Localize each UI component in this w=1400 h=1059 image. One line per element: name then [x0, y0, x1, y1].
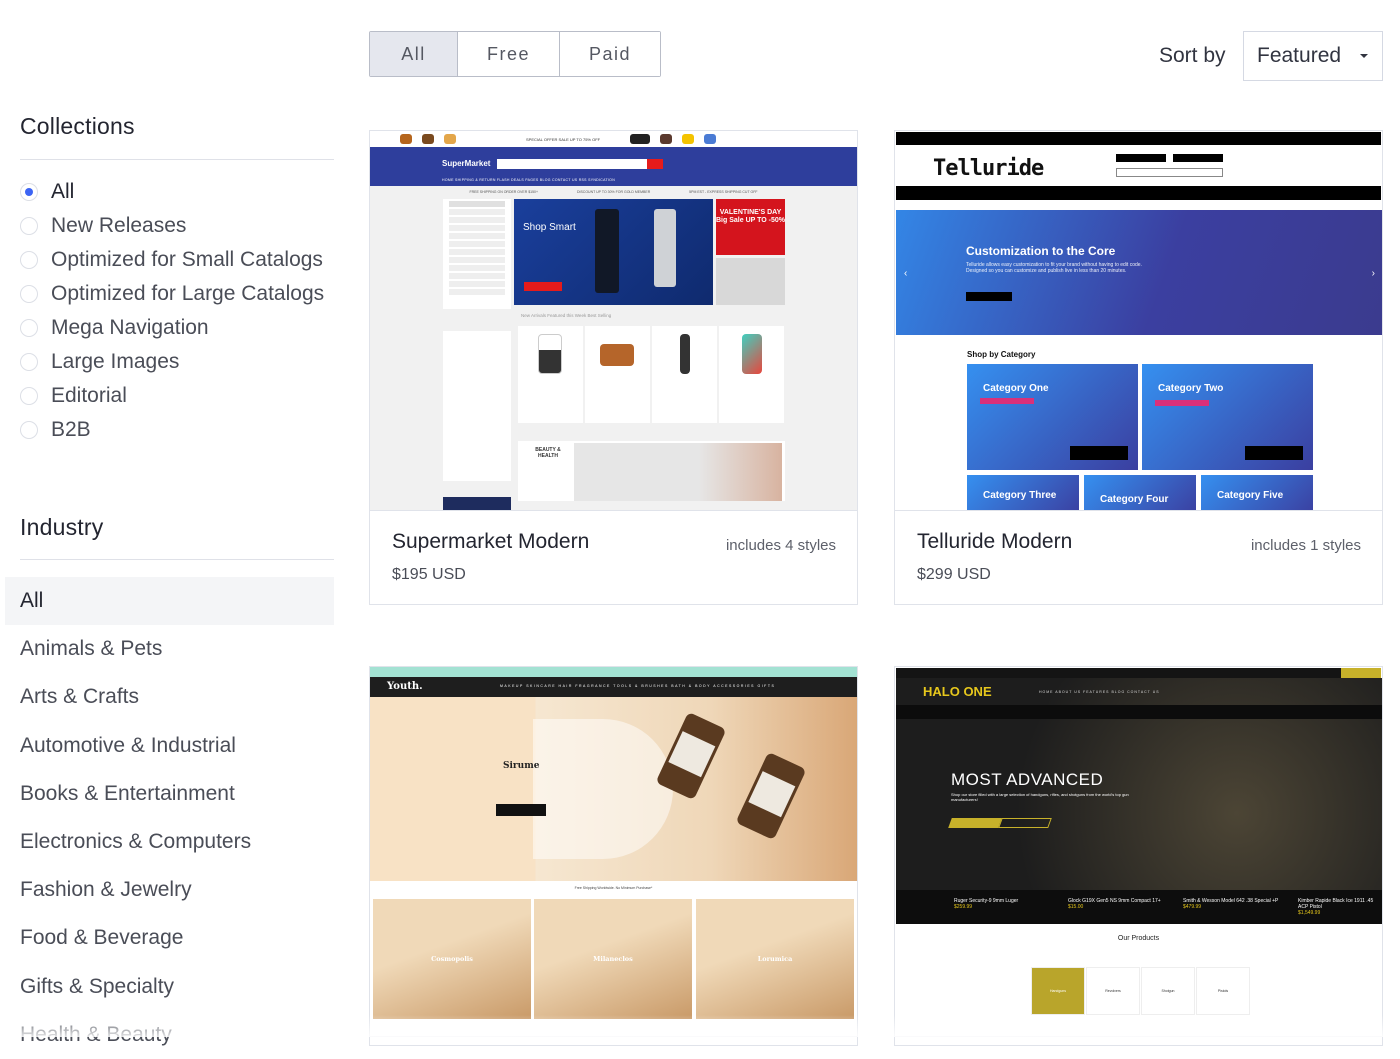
filter-sidebar: Collections All New Releases Optimized f…	[0, 0, 345, 1037]
industry-item-gifts-specialty[interactable]: Gifts & Specialty	[5, 963, 334, 1011]
industry-heading: Industry	[20, 514, 103, 541]
preview-hero: Shop Smart	[514, 199, 713, 305]
collection-option-new-releases[interactable]: New Releases	[20, 209, 324, 243]
tab-all[interactable]: All	[370, 32, 457, 76]
radio-icon[interactable]	[20, 387, 38, 405]
industry-item-automotive-industrial[interactable]: Automotive & Industrial	[5, 722, 334, 770]
theme-price: $195 USD	[392, 566, 466, 584]
tab-free[interactable]: Free	[457, 32, 559, 76]
radio-icon[interactable]	[20, 251, 38, 269]
preview-header: SuperMarket HOME SHIPPING & RETURN FLASH…	[370, 147, 857, 186]
theme-preview-image[interactable]: Telluride ‹ Customization to the Core Te…	[895, 131, 1382, 511]
price-filter-tabs: All Free Paid	[369, 31, 661, 77]
radio-icon[interactable]	[20, 421, 38, 439]
industry-item-electronics-computers[interactable]: Electronics & Computers	[5, 818, 334, 866]
radio-icon[interactable]	[20, 319, 38, 337]
theme-name[interactable]: Telluride Modern	[917, 530, 1072, 554]
industry-item-fashion-jewelry[interactable]: Fashion & Jewelry	[5, 866, 334, 914]
industry-item-animals-pets[interactable]: Animals & Pets	[5, 625, 334, 673]
radio-icon[interactable]	[20, 353, 38, 371]
industry-item-health-beauty[interactable]: Health & Beauty	[5, 1011, 334, 1059]
caret-down-icon	[1360, 54, 1368, 58]
theme-card[interactable]: Telluride ‹ Customization to the Core Te…	[894, 130, 1383, 605]
chevron-left-icon: ‹	[904, 268, 907, 279]
preview-promo-banner: SPECIAL OFFER SALE UP TO 75% OFF	[370, 131, 857, 147]
radio-icon[interactable]	[20, 217, 38, 235]
sort-select[interactable]: Featured	[1243, 31, 1383, 81]
sort-label: Sort by	[1159, 44, 1226, 68]
chevron-right-icon: ›	[1372, 268, 1375, 279]
collection-option-b2b[interactable]: B2B	[20, 413, 324, 447]
theme-preview-image[interactable]: HALO ONE HOME ABOUT US FEATURES BLOG CON…	[895, 667, 1382, 1037]
theme-card[interactable]: HALO ONE HOME ABOUT US FEATURES BLOG CON…	[894, 666, 1383, 1046]
theme-styles-count: includes 1 styles	[1251, 537, 1361, 554]
theme-card[interactable]: Youth. MAKEUP SKINCARE HAIR FRAGRANCE TO…	[369, 666, 858, 1046]
industry-item-arts-crafts[interactable]: Arts & Crafts	[5, 673, 334, 721]
theme-name[interactable]: Supermarket Modern	[392, 530, 589, 554]
theme-card[interactable]: SPECIAL OFFER SALE UP TO 75% OFF SuperMa…	[369, 130, 858, 605]
collection-option-all[interactable]: All	[20, 175, 324, 209]
tab-paid[interactable]: Paid	[559, 32, 660, 76]
collection-option-large-catalogs[interactable]: Optimized for Large Catalogs	[20, 277, 324, 311]
radio-checked-icon[interactable]	[20, 183, 38, 201]
collection-option-large-images[interactable]: Large Images	[20, 345, 324, 379]
collections-heading: Collections	[20, 113, 135, 140]
sort-selected-value: Featured	[1257, 44, 1341, 68]
radio-icon[interactable]	[20, 285, 38, 303]
collections-radio-group: All New Releases Optimized for Small Cat…	[20, 175, 324, 447]
theme-styles-count: includes 4 styles	[726, 537, 836, 554]
theme-card-info: Supermarket Modern $195 USD includes 4 s…	[370, 511, 857, 604]
collection-option-small-catalogs[interactable]: Optimized for Small Catalogs	[20, 243, 324, 277]
industry-divider	[20, 559, 334, 560]
collection-option-mega-navigation[interactable]: Mega Navigation	[20, 311, 324, 345]
theme-card-info: Telluride Modern $299 USD includes 1 sty…	[895, 511, 1382, 604]
preview-hero: HALO ONE HOME ABOUT US FEATURES BLOG CON…	[896, 678, 1382, 924]
industry-item-food-beverage[interactable]: Food & Beverage	[5, 914, 334, 962]
theme-preview-image[interactable]: Youth. MAKEUP SKINCARE HAIR FRAGRANCE TO…	[370, 667, 857, 1037]
theme-price: $299 USD	[917, 566, 991, 584]
theme-preview-image[interactable]: SPECIAL OFFER SALE UP TO 75% OFF SuperMa…	[370, 131, 857, 511]
industry-list: All Animals & Pets Arts & Crafts Automot…	[5, 577, 334, 1059]
preview-hero: ‹ Customization to the Core Telluride al…	[896, 210, 1382, 335]
industry-item-all[interactable]: All	[5, 577, 334, 625]
preview-hero: Sirume	[370, 697, 857, 881]
collections-divider	[20, 159, 334, 160]
collection-option-editorial[interactable]: Editorial	[20, 379, 324, 413]
industry-item-books-entertainment[interactable]: Books & Entertainment	[5, 770, 334, 818]
